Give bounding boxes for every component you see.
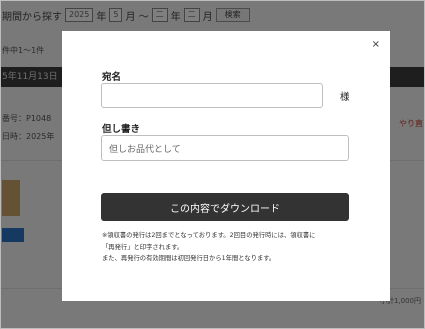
screenshot-border xyxy=(0,0,425,329)
